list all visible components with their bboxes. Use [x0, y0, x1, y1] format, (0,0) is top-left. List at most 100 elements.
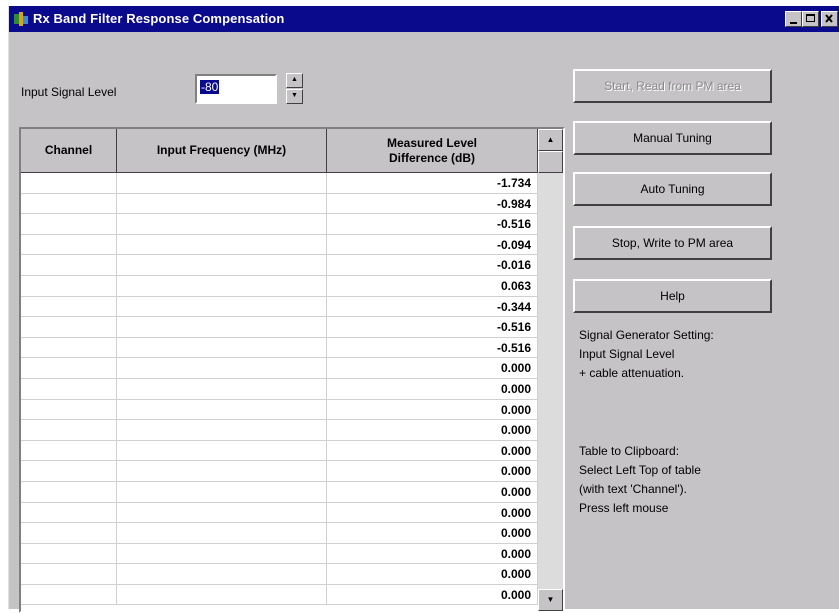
table-row[interactable]: 0.000 [21, 481, 538, 503]
channel-cell[interactable] [21, 378, 117, 399]
frequency-cell[interactable] [117, 317, 327, 337]
measured-level-cell[interactable]: 0.000 [327, 502, 538, 523]
measured-level-cell[interactable]: -1.734 [327, 173, 538, 193]
channel-cell[interactable] [21, 173, 117, 193]
frequency-cell[interactable] [117, 255, 327, 275]
channel-cell[interactable] [21, 399, 117, 420]
channel-cell[interactable] [21, 564, 117, 584]
channel-cell[interactable] [21, 440, 117, 461]
manual-tuning-button[interactable]: Manual Tuning [573, 121, 772, 155]
table-row[interactable]: 0.000 [21, 564, 538, 585]
table-row[interactable]: 0.000 [21, 420, 538, 441]
table-row[interactable]: 0.000 [21, 440, 538, 462]
table-row[interactable]: 0.000 [21, 543, 538, 565]
measured-level-cell[interactable]: 0.000 [327, 440, 538, 461]
frequency-cell[interactable] [117, 296, 327, 317]
table-row[interactable]: -0.516 [21, 214, 538, 235]
frequency-cell[interactable] [117, 440, 327, 461]
frequency-cell[interactable] [117, 173, 327, 193]
frequency-cell[interactable] [117, 481, 327, 502]
table-row[interactable]: -0.516 [21, 337, 538, 359]
frequency-cell[interactable] [117, 420, 327, 440]
table-row[interactable]: -0.344 [21, 296, 538, 318]
measured-level-cell[interactable]: 0.000 [327, 461, 538, 481]
table-row[interactable]: -1.734 [21, 173, 538, 194]
measured-level-cell[interactable]: 0.000 [327, 399, 538, 420]
channel-cell[interactable] [21, 337, 117, 358]
minimize-button[interactable] [785, 11, 802, 27]
measurement-table[interactable]: Channel Input Frequency (MHz) Measured L… [19, 127, 565, 613]
scroll-up-button[interactable]: ▲ [538, 129, 563, 151]
table-row[interactable]: -0.516 [21, 317, 538, 338]
frequency-cell[interactable] [117, 234, 327, 255]
start-read-button[interactable]: Start, Read from PM area [573, 69, 772, 103]
channel-cell[interactable] [21, 275, 117, 296]
stop-write-button[interactable]: Stop, Write to PM area [573, 226, 772, 260]
measured-level-cell[interactable]: 0.000 [327, 358, 538, 378]
frequency-cell[interactable] [117, 543, 327, 564]
measured-level-cell[interactable]: -0.984 [327, 193, 538, 214]
channel-cell[interactable] [21, 420, 117, 440]
measured-level-cell[interactable]: -0.094 [327, 234, 538, 255]
channel-cell[interactable] [21, 193, 117, 214]
maximize-button[interactable] [802, 11, 819, 27]
header-measured-level[interactable]: Measured Level Difference (dB) [327, 129, 538, 173]
frequency-cell[interactable] [117, 275, 327, 296]
frequency-cell[interactable] [117, 378, 327, 399]
table-row[interactable]: 0.000 [21, 358, 538, 379]
measured-level-cell[interactable]: 0.000 [327, 420, 538, 440]
channel-cell[interactable] [21, 214, 117, 234]
measured-level-cell[interactable]: 0.000 [327, 564, 538, 584]
table-row[interactable]: 0.063 [21, 275, 538, 297]
spin-down-button[interactable]: ▼ [286, 89, 303, 104]
channel-cell[interactable] [21, 358, 117, 378]
header-channel[interactable]: Channel [21, 129, 117, 173]
channel-cell[interactable] [21, 523, 117, 543]
measured-level-cell[interactable]: 0.000 [327, 523, 538, 543]
frequency-cell[interactable] [117, 399, 327, 420]
frequency-cell[interactable] [117, 502, 327, 523]
table-row[interactable]: -0.094 [21, 234, 538, 256]
frequency-cell[interactable] [117, 564, 327, 584]
frequency-cell[interactable] [117, 358, 327, 378]
header-input-frequency[interactable]: Input Frequency (MHz) [117, 129, 327, 173]
channel-cell[interactable] [21, 502, 117, 523]
measured-level-cell[interactable]: 0.000 [327, 584, 538, 605]
channel-cell[interactable] [21, 461, 117, 481]
measured-level-cell[interactable]: -0.516 [327, 317, 538, 337]
measured-level-cell[interactable]: -0.516 [327, 214, 538, 234]
measured-level-cell[interactable]: 0.000 [327, 543, 538, 564]
frequency-cell[interactable] [117, 337, 327, 358]
help-button[interactable]: Help [573, 279, 772, 313]
channel-cell[interactable] [21, 317, 117, 337]
table-row[interactable]: 0.000 [21, 378, 538, 400]
channel-cell[interactable] [21, 234, 117, 255]
table-vertical-scrollbar[interactable]: ▲ ▼ [538, 129, 563, 611]
table-row[interactable]: 0.000 [21, 584, 538, 606]
scroll-down-button[interactable]: ▼ [538, 589, 563, 611]
close-button[interactable] [821, 11, 838, 27]
auto-tuning-button[interactable]: Auto Tuning [573, 172, 772, 206]
frequency-cell[interactable] [117, 523, 327, 543]
table-row[interactable]: -0.984 [21, 193, 538, 215]
frequency-cell[interactable] [117, 193, 327, 214]
input-signal-level-field[interactable]: -80 [195, 74, 277, 104]
channel-cell[interactable] [21, 481, 117, 502]
measured-level-cell[interactable]: 0.000 [327, 481, 538, 502]
table-row[interactable]: 0.000 [21, 399, 538, 421]
measured-level-cell[interactable]: 0.000 [327, 378, 538, 399]
title-bar[interactable]: Rx Band Filter Response Compensation [9, 6, 839, 32]
frequency-cell[interactable] [117, 584, 327, 605]
table-row[interactable]: -0.016 [21, 255, 538, 276]
frequency-cell[interactable] [117, 461, 327, 481]
measured-level-cell[interactable]: -0.516 [327, 337, 538, 358]
frequency-cell[interactable] [117, 214, 327, 234]
table-row[interactable]: 0.000 [21, 523, 538, 544]
channel-cell[interactable] [21, 543, 117, 564]
channel-cell[interactable] [21, 296, 117, 317]
table-row[interactable]: 0.000 [21, 502, 538, 524]
measured-level-cell[interactable]: -0.016 [327, 255, 538, 275]
table-row[interactable]: 0.000 [21, 461, 538, 482]
measured-level-cell[interactable]: -0.344 [327, 296, 538, 317]
measured-level-cell[interactable]: 0.063 [327, 275, 538, 296]
